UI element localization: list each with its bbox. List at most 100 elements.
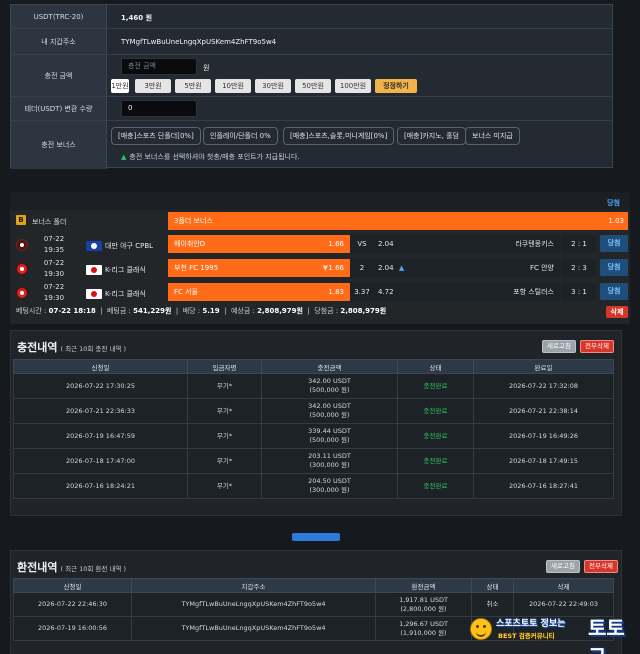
bonus-option-sports-single[interactable]: [매충]스포츠 단폴더[0%] [111,127,201,145]
exchange-refresh-button[interactable]: 새로고침 [546,560,580,573]
match-score: 2 : 3 [562,259,596,277]
request-date: 2026-07-19 16:47:59 [13,423,188,449]
bonus-option-none[interactable]: 보너스 미지급 [465,127,520,145]
request-date: 2026-07-18 17:47:00 [13,448,188,474]
charge-status: 충전완료 [397,473,474,499]
home-team: FC 서울 [174,288,199,296]
depositor-name: 무기* [187,448,262,474]
home-team: 웨이취안D [174,240,206,248]
bonus-folder-label: 보너스 폴더 [32,218,67,226]
bet-slip-header: 당첨 [10,192,630,210]
match-row: 07-22 19:30 K-리그 클래식 부천 FC 1995 ▼ 1.66 2 … [10,257,630,281]
usdt-convert-input[interactable]: 0 [121,100,197,117]
depositor-name: 무기* [187,423,262,449]
exchange-delete-all-button[interactable]: 전부삭제 [584,560,618,573]
charge-usdt: 339.44 USDT [308,427,351,435]
exchange-history-subtitle: ( 최근 10회 환전 내역 ) [60,565,127,573]
col-header: 충전금액 [261,359,398,374]
load-more-button[interactable] [292,533,340,541]
chip-1m[interactable]: 100만원 [335,79,371,93]
charge-usdt: 203.11 USDT [308,452,351,460]
wallet-label: 내 지갑주소 [11,29,107,54]
watermark-logo: 스포츠토토 정보는 BEST 검증커뮤니티 토토군 [470,612,634,654]
arrow-up-icon: ▲ [398,264,405,272]
complete-date: 2026-07-21 22:38:14 [473,398,614,424]
charge-status: 충전완료 [397,373,474,399]
charge-delete-all-button[interactable]: 전부삭제 [580,340,614,353]
bonus-folder-bar: 3폴더 보너스 1.03 [168,212,628,230]
expected-win-label: 예상금 : [230,307,255,315]
charge-refresh-button[interactable]: 새로고침 [542,340,576,353]
charge-amount-cell: 339.44 USDT (500,000 원) [261,423,398,449]
bonus-folder-odds: 1.03 [608,217,624,225]
total-odds-label: 배당 : [182,307,201,315]
bet-amount: 541,229원 [133,307,172,315]
bet-slip: 당첨 B 보너스 폴더 3폴더 보너스 1.03 07-22 19:35 대만 야… [10,192,630,324]
bet-time: 07-22 18:18 [48,307,96,315]
usdt-convert-label: 테더(USDT) 변환 수량 [11,97,107,120]
delete-bet-button[interactable]: 삭제 [606,306,628,318]
draw-cell: 3.37 [350,283,374,301]
charge-amount-cell: 342.00 USDT (500,000 원) [261,373,398,399]
chip-300k[interactable]: 30만원 [255,79,291,93]
match-result-badge: 당첨 [600,235,628,252]
wallet-address-cell: TYMgfTLwBuUneLngqXpUSKem4ZhFT9o5w4 [131,592,376,617]
charge-status: 충전완료 [397,423,474,449]
exchange-krw: (1,910,000 원) [400,628,447,637]
complete-date: 2026-07-19 16:49:26 [473,423,614,449]
total-odds: 5.19 [202,307,220,315]
soccer-ball-icon [16,263,28,275]
home-pick[interactable]: 웨이취안D 1.66 [168,235,350,253]
col-header: 환전금액 [375,578,472,593]
col-header: 상태 [397,359,474,374]
chip-500k[interactable]: 50만원 [295,79,331,93]
exchange-amount-cell: 1,917.81 USDT (2,800,000 원) [375,592,472,617]
bonus-option-inplay[interactable]: 인플레이/단폴더 0% [203,127,278,145]
home-pick[interactable]: 부천 FC 1995 ▼ 1.66 [168,259,350,277]
away-cell: 4.72 포항 스틸러스 [374,283,560,301]
chip-30k[interactable]: 3만원 [135,79,171,93]
reset-amount-button[interactable]: 정정하기 [375,79,417,93]
col-header: 신청일 [13,359,188,374]
charge-history-title-text: 충전내역 [17,341,58,354]
chip-100k[interactable]: 10만원 [215,79,251,93]
watermark-line1: 스포츠토토 정보는 [496,619,566,629]
away-cell: 2.04 라쿠텐몽키스 [374,235,560,253]
home-pick[interactable]: FC 서울 1.83 [168,283,350,301]
match-result-badge: 당첨 [600,283,628,300]
match-date: 07-22 [43,235,65,243]
table-row: 2026-07-18 17:47:00 무기* 203.11 USDT (300,… [13,448,614,474]
charge-amount-cell: 342.00 USDT (500,000 원) [261,398,398,424]
request-date: 2026-07-22 17:30:25 [13,373,188,399]
charge-usdt: 204.50 USDT [308,477,351,485]
form-row-wallet: 내 지갑주소 TYMgfTLwBuUneLngqXpUSKem4ZhFT9o5w… [11,29,612,55]
charge-amount-input[interactable]: 충전 금액 [121,58,197,75]
match-score: 2 : 1 [562,235,596,253]
korea-flag-icon [86,265,102,275]
charge-usdt: 342.00 USDT [308,402,351,410]
request-date: 2026-07-19 16:00:56 [13,616,132,641]
chip-10k[interactable]: 1만원 [111,79,129,93]
request-date: 2026-07-21 22:36:33 [13,398,188,424]
check-triangle-icon: ▲ [121,153,127,161]
match-result-badge: 당첨 [600,259,628,276]
col-header: 상태 [471,578,514,593]
chip-50k[interactable]: 5만원 [175,79,211,93]
charge-krw: (300,000 원) [309,461,350,469]
charge-krw: (500,000 원) [309,386,350,394]
wallet-address: TYMgfTLwBuUneLngqXpUSKem4ZhFT9o5w4 [121,38,277,46]
bet-result-link[interactable]: 당첨 [607,198,620,208]
bonus-folder-name: 3폴더 보너스 [174,217,213,225]
match-row: 07-22 19:35 대만 야구 CPBL 웨이취안D 1.66 VS 2.04… [10,233,630,257]
col-header: 지갑주소 [131,578,376,593]
home-odds: 1.66 [328,264,344,272]
away-odds: 4.72 [378,288,394,296]
usdt-rate-label: USDT(TRC-20) [11,5,107,28]
charge-history-table: 신청일 입금자명 충전금액 상태 완료일 2026-07-22 17:30:25… [13,359,614,499]
charge-usdt: 342.00 USDT [308,377,351,385]
bonus-option-casino[interactable]: [매충]카지노, 홀덤 [397,127,466,145]
bonus-option-sports-slot-mini[interactable]: [매충]스포츠,슬롯,미니게임[0%] [283,127,395,145]
charge-amount-label: 충전 금액 [11,55,107,96]
win-amount: 2,808,979원 [340,307,387,315]
bet-summary: 베팅시간 : 07-22 18:18 | 베팅금 : 541,229원 | 배당… [16,307,387,315]
